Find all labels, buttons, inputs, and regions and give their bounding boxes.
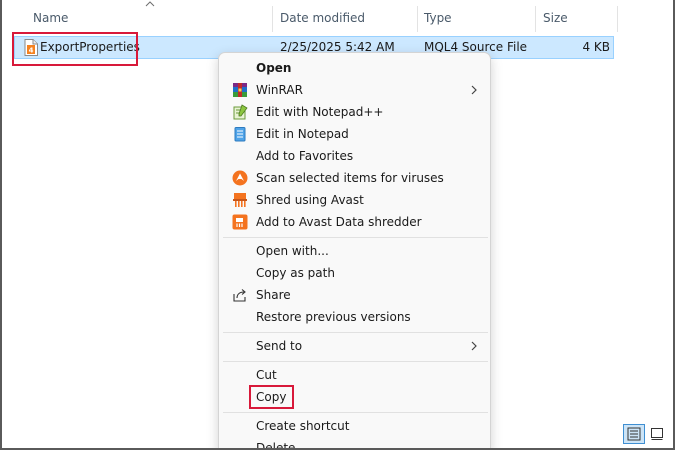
menu-separator <box>223 237 488 238</box>
menu-item-add-favorites[interactable]: Add to Favorites <box>223 145 488 167</box>
avast-scan-icon <box>232 170 248 186</box>
column-divider[interactable] <box>272 6 273 32</box>
large-icons-view-button[interactable] <box>646 424 668 444</box>
svg-text:4: 4 <box>29 47 34 55</box>
share-icon <box>233 289 246 302</box>
avast-data-shredder-icon <box>232 214 248 230</box>
menu-item-scan-viruses[interactable]: Scan selected items for viruses <box>223 167 488 189</box>
menu-separator <box>223 361 488 362</box>
context-menu: Open WinRAR Edit with Notepad++ Edit in … <box>218 52 491 450</box>
column-divider[interactable] <box>417 6 418 32</box>
column-header-name[interactable]: Name <box>33 6 68 30</box>
menu-item-edit-notepad[interactable]: Edit in Notepad <box>223 123 488 145</box>
menu-item-restore-versions[interactable]: Restore previous versions <box>223 306 488 328</box>
sort-ascending-icon <box>145 1 155 7</box>
menu-item-send-to[interactable]: Send to <box>223 335 488 357</box>
menu-item-add-avast-shredder[interactable]: Add to Avast Data shredder <box>223 211 488 233</box>
menu-item-shred-avast[interactable]: Shred using Avast <box>223 189 488 211</box>
menu-item-open-with[interactable]: Open with... <box>223 240 488 262</box>
notepadpp-icon <box>233 104 248 120</box>
column-header-type[interactable]: Type <box>424 6 452 30</box>
menu-item-create-shortcut[interactable]: Create shortcut <box>223 415 488 437</box>
menu-item-winrar[interactable]: WinRAR <box>223 79 488 101</box>
menu-separator <box>223 412 488 413</box>
avast-shredder-icon <box>233 193 247 207</box>
menu-item-copy-as-path[interactable]: Copy as path <box>223 262 488 284</box>
column-divider[interactable] <box>617 6 618 32</box>
mql4-file-icon: 4 <box>24 39 38 56</box>
notepad-icon <box>234 127 246 142</box>
winrar-icon <box>233 83 247 97</box>
menu-item-edit-notepadpp[interactable]: Edit with Notepad++ <box>223 101 488 123</box>
file-name[interactable]: ExportProperties <box>40 37 140 58</box>
menu-separator <box>223 332 488 333</box>
menu-item-open[interactable]: Open <box>223 57 488 79</box>
column-divider[interactable] <box>535 6 536 32</box>
column-header-size[interactable]: Size <box>543 6 568 30</box>
menu-item-share[interactable]: Share <box>223 284 488 306</box>
details-view-button[interactable] <box>623 424 645 444</box>
chevron-right-icon <box>471 341 477 351</box>
large-icons-view-icon <box>651 428 663 440</box>
file-size: 4 KB <box>582 40 610 54</box>
menu-item-delete[interactable]: Delete <box>223 437 488 450</box>
details-view-icon <box>627 427 641 441</box>
menu-item-copy[interactable]: Copy <box>223 386 488 408</box>
column-header-date-modified[interactable]: Date modified <box>280 6 365 30</box>
menu-item-cut[interactable]: Cut <box>223 364 488 386</box>
chevron-right-icon <box>471 85 477 95</box>
